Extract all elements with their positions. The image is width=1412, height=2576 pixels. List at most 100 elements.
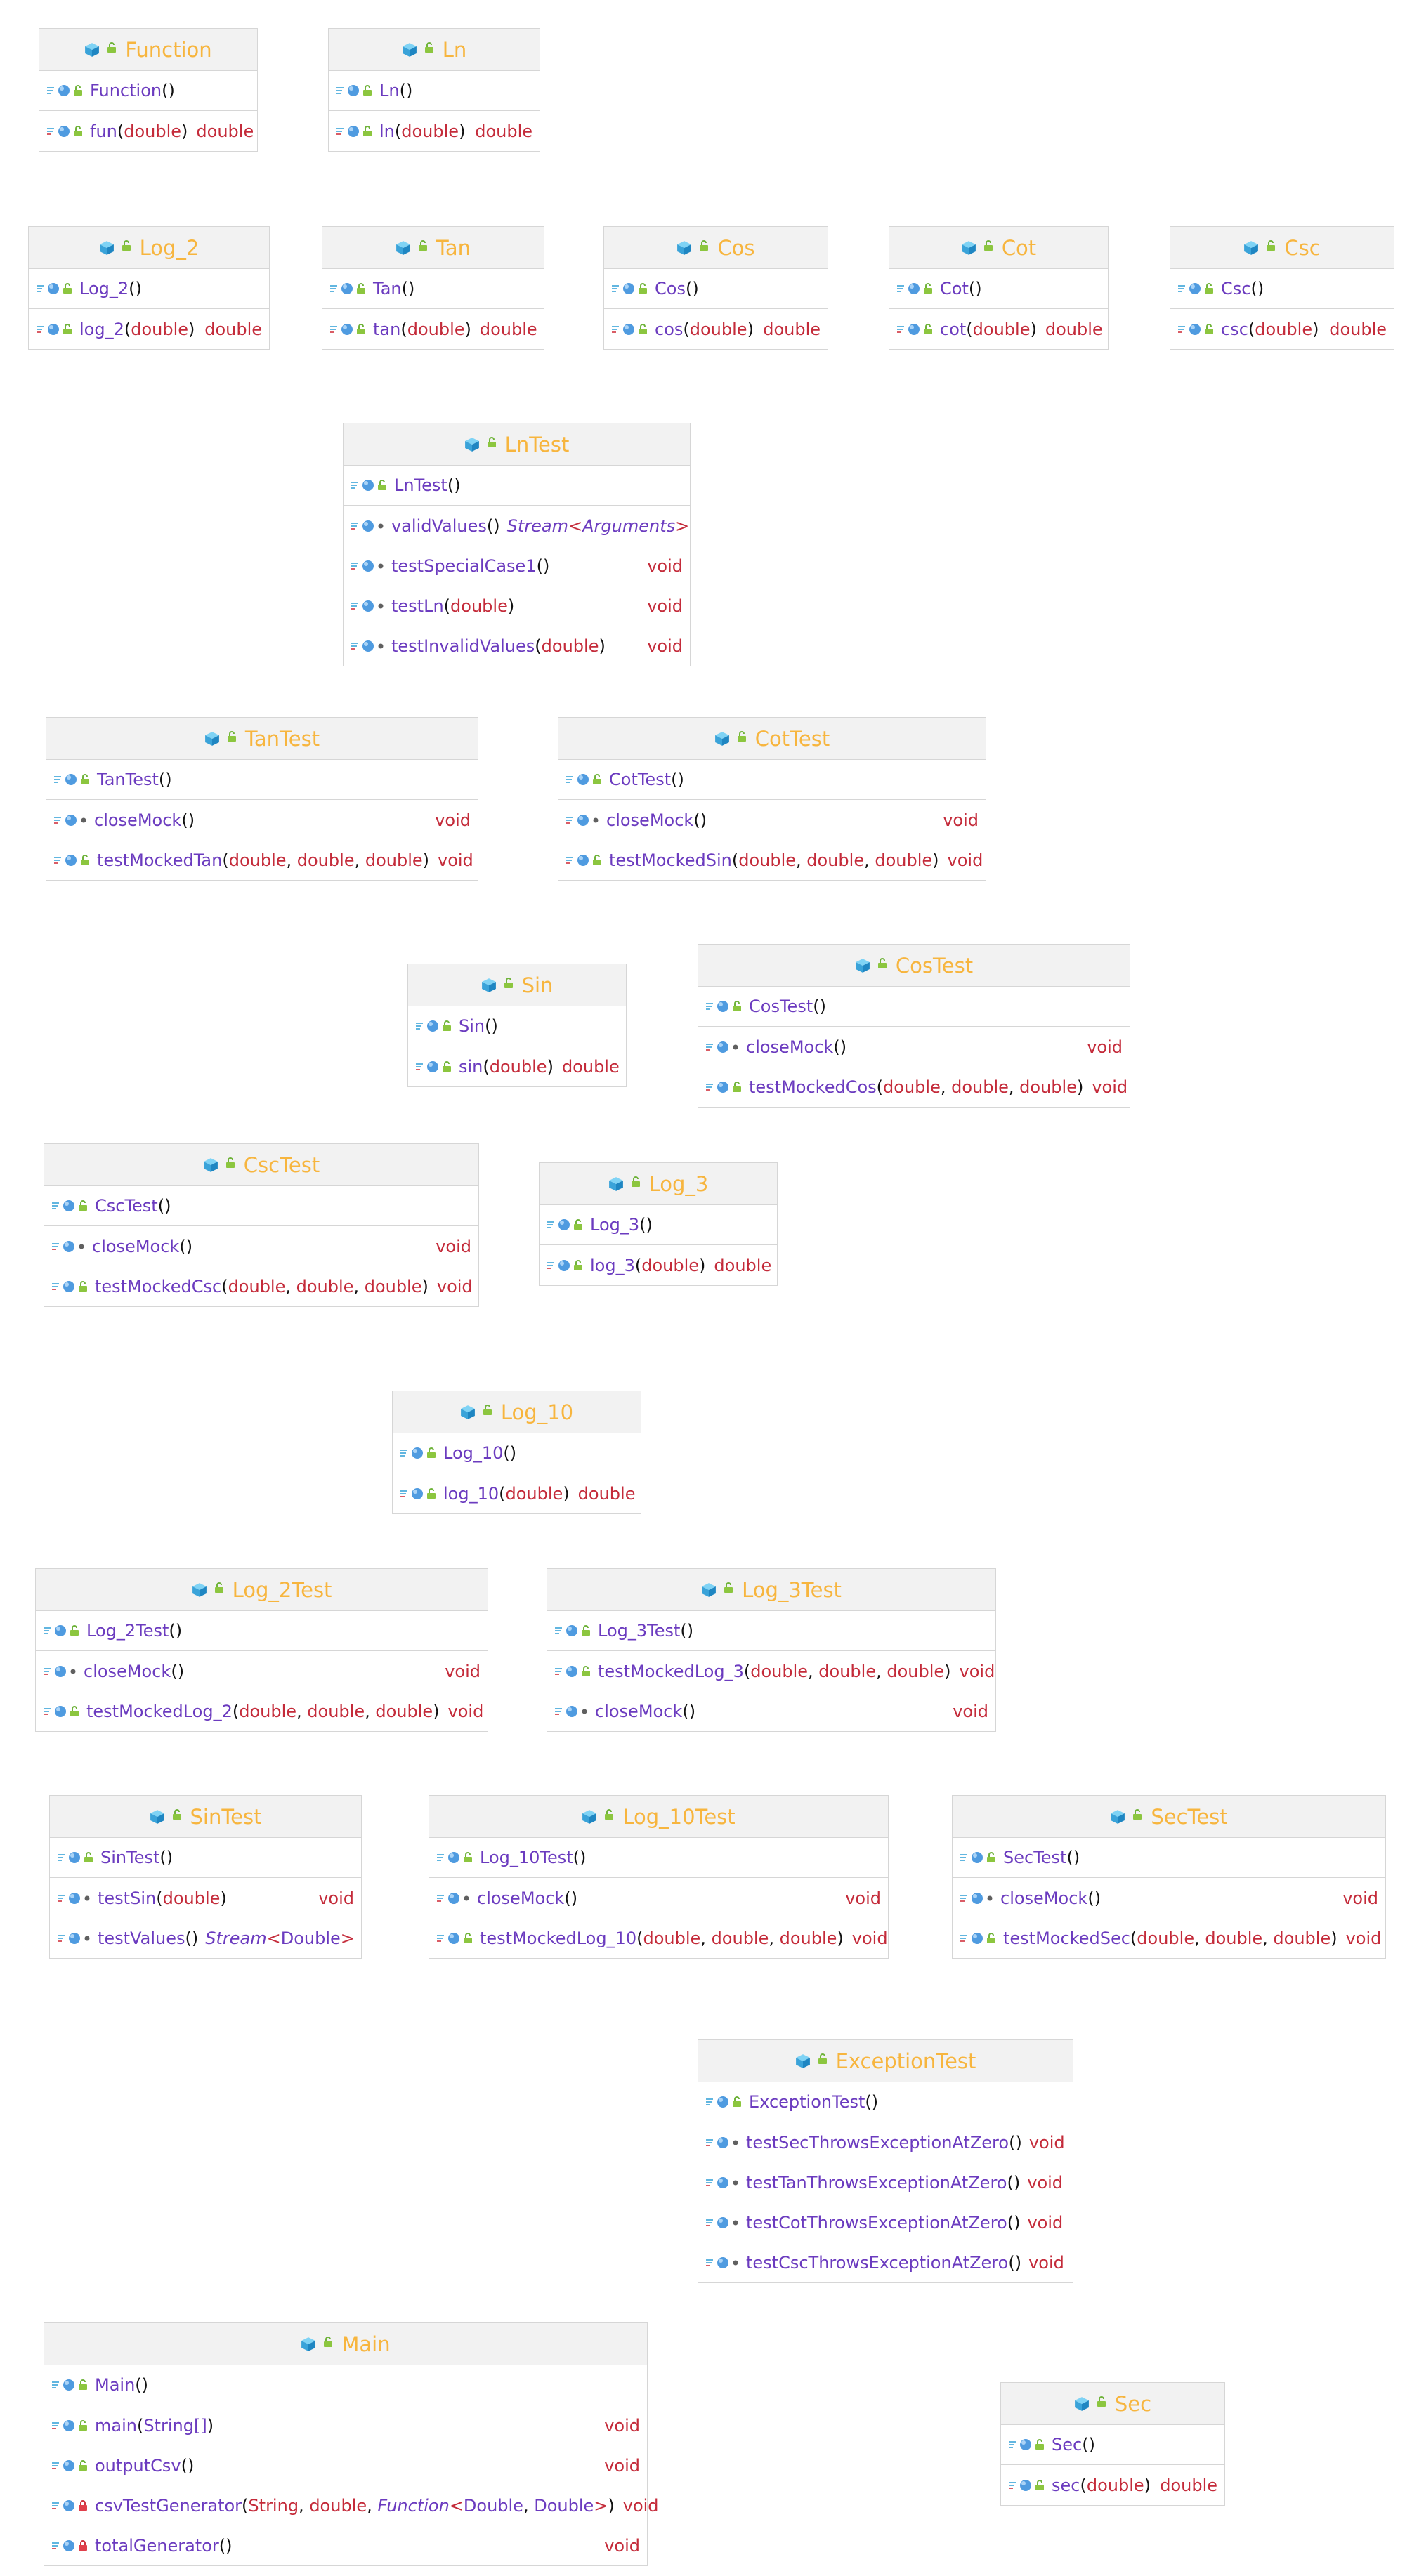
method-row[interactable]: testMockedSin (double, double, double) voi…: [558, 840, 986, 880]
constructor-row[interactable]: Sec(): [1001, 2425, 1224, 2465]
return-type: void: [604, 2415, 640, 2436]
member-icons: [566, 773, 602, 787]
constructor-row[interactable]: Sin(): [408, 1006, 626, 1046]
method-row[interactable]: csvTestGenerator (String, double, Functio…: [44, 2485, 659, 2525]
method-row[interactable]: testSin (double) void: [50, 1878, 361, 1918]
method-row[interactable]: sec (double) double: [1001, 2465, 1224, 2505]
constructor-row[interactable]: Cot(): [889, 269, 1108, 309]
class-box[interactable]: Log_2 Log_2() log_2 (double) double: [28, 226, 270, 350]
return-type: double: [1329, 319, 1387, 339]
constructor-row[interactable]: Log_10Test(): [429, 1838, 888, 1878]
method-row[interactable]: log_3 (double) double: [540, 1245, 777, 1285]
public-lock-icon: [442, 1020, 452, 1032]
constructor-row[interactable]: Ln(): [329, 71, 540, 111]
class-box[interactable]: Log_10Test Log_10Test() closeMock() void tes…: [429, 1795, 889, 1959]
method-row[interactable]: closeMock() void: [547, 1691, 995, 1731]
member-icons: [57, 1931, 91, 1945]
method-row[interactable]: csc (double) double: [1170, 309, 1394, 349]
method-row[interactable]: testInvalidValues (double) void: [344, 626, 690, 666]
constructor-row[interactable]: Log_3Test(): [547, 1611, 995, 1651]
member-icons: [51, 2539, 88, 2553]
method-icon: [716, 1040, 730, 1054]
method-icon: [716, 1080, 730, 1094]
method-row[interactable]: closeMock() void: [36, 1651, 488, 1691]
class-box[interactable]: CotTest CotTest() closeMock() void testMocke…: [558, 717, 986, 881]
class-box[interactable]: Cot Cot() cot (double) double: [889, 226, 1109, 350]
class-box[interactable]: Log_3 Log_3() log_3 (double) double: [539, 1162, 778, 1286]
method-row[interactable]: fun (double) double: [39, 111, 257, 151]
constructor-row[interactable]: SinTest(): [50, 1838, 361, 1878]
method-row[interactable]: testMockedSec (double, double, double) voi…: [953, 1918, 1385, 1958]
class-box[interactable]: Main Main() main (String[]) void outputCsv() v…: [44, 2322, 659, 2566]
class-box[interactable]: SecTest SecTest() closeMock() void testMocke…: [952, 1795, 1386, 1959]
class-box[interactable]: TanTest TanTest() closeMock() void testMocke…: [46, 717, 478, 881]
method-row[interactable]: sin (double) double: [408, 1046, 626, 1086]
class-box[interactable]: Log_3Test Log_3Test() testMockedLog_3 (doub…: [547, 1568, 996, 1732]
constructor-row[interactable]: CotTest(): [558, 760, 986, 800]
constructor-row[interactable]: Cos(): [604, 269, 828, 309]
class-box[interactable]: Sin Sin() sin (double) double: [407, 964, 627, 1087]
class-box[interactable]: LnTest LnTest() validValues() Stream<Argume…: [343, 423, 691, 666]
method-row[interactable]: testCotThrowsExceptionAtZero() void: [698, 2202, 1073, 2242]
method-row[interactable]: testMockedTan (double, double, double) voi…: [46, 840, 478, 880]
method-row[interactable]: testTanThrowsExceptionAtZero() void: [698, 2162, 1073, 2202]
constructor-row[interactable]: Csc(): [1170, 269, 1394, 309]
method-row[interactable]: closeMock() void: [44, 1226, 478, 1266]
class-box[interactable]: SinTest SinTest() testSin (double) void testV…: [49, 1795, 362, 1959]
constructor-row[interactable]: CscTest(): [44, 1186, 478, 1226]
method-row[interactable]: cot (double) double: [889, 309, 1108, 349]
method-row[interactable]: closeMock() void: [953, 1878, 1385, 1918]
constructor-row[interactable]: ExceptionTest(): [698, 2082, 1073, 2122]
class-box[interactable]: Log_2Test Log_2Test() closeMock() void testM…: [35, 1568, 488, 1732]
method-row[interactable]: main (String[]) void: [44, 2405, 647, 2445]
method-row[interactable]: log_10 (double) double: [393, 1473, 641, 1513]
method-row[interactable]: closeMock() void: [46, 800, 478, 840]
class-header: SecTest: [953, 1796, 1385, 1838]
constructor-row[interactable]: Log_10(): [393, 1433, 641, 1473]
constructor-row[interactable]: Log_3(): [540, 1205, 777, 1245]
method-row[interactable]: testMockedLog_3 (double, double, double) v…: [547, 1651, 995, 1691]
method-row[interactable]: testMockedLog_2 (double, double, double) v…: [36, 1691, 488, 1731]
method-row[interactable]: testMockedCos (double, double, double) voi…: [698, 1067, 1130, 1107]
method-row[interactable]: log_2 (double) double: [29, 309, 269, 349]
method-row[interactable]: closeMock() void: [698, 1027, 1130, 1067]
class-box[interactable]: ExceptionTest ExceptionTest() testSecThrow…: [698, 2039, 1073, 2283]
constructor-row[interactable]: Log_2Test(): [36, 1611, 488, 1651]
constructor-row[interactable]: SecTest(): [953, 1838, 1385, 1878]
class-box[interactable]: CosTest CosTest() closeMock() void testMocke…: [698, 944, 1130, 1108]
method-row[interactable]: testValues() Stream<Double>: [50, 1918, 361, 1958]
method-row[interactable]: tan (double) double: [322, 309, 544, 349]
method-row[interactable]: testSpecialCase1() void: [344, 546, 690, 586]
method-row[interactable]: cos (double) double: [604, 309, 828, 349]
constructor-row[interactable]: CosTest(): [698, 987, 1130, 1027]
method-row[interactable]: testMockedLog_10 (double, double, double)…: [429, 1918, 888, 1958]
method-marker-icon: [53, 815, 62, 825]
method-row[interactable]: testMockedCsc (double, double, double) voi…: [44, 1266, 478, 1306]
method-row[interactable]: totalGenerator() void: [44, 2525, 647, 2565]
class-box[interactable]: Tan Tan() tan (double) double: [322, 226, 544, 350]
constructor-row[interactable]: Main(): [44, 2365, 647, 2405]
class-box[interactable]: Log_10 Log_10() log_10 (double) double: [392, 1391, 641, 1514]
package-dot-icon: [78, 1243, 85, 1250]
method-row[interactable]: closeMock() void: [429, 1878, 888, 1918]
class-box[interactable]: Csc Csc() csc (double) double: [1170, 226, 1394, 350]
class-box[interactable]: Cos Cos() cos (double) double: [603, 226, 828, 350]
constructor-row[interactable]: Tan(): [322, 269, 544, 309]
method-row[interactable]: ln (double) double: [329, 111, 540, 151]
method-row[interactable]: validValues() Stream<Arguments>: [344, 506, 690, 546]
constructor-row[interactable]: LnTest(): [344, 466, 690, 506]
constructor-row[interactable]: Function(): [39, 71, 257, 111]
method-row[interactable]: testCscThrowsExceptionAtZero() void: [698, 2242, 1073, 2282]
method-row[interactable]: closeMock() void: [558, 800, 986, 840]
class-box[interactable]: Sec Sec() sec (double) double: [1000, 2382, 1225, 2506]
member-icons: [960, 1851, 996, 1865]
constructor-row[interactable]: Log_2(): [29, 269, 269, 309]
method-row[interactable]: testSecThrowsExceptionAtZero() void: [698, 2122, 1073, 2162]
method-row[interactable]: testLn (double) void: [344, 586, 690, 626]
return-type: void: [1028, 2252, 1064, 2273]
constructor-row[interactable]: TanTest(): [46, 760, 478, 800]
class-box[interactable]: Ln Ln() ln (double) double: [328, 28, 540, 152]
class-box[interactable]: Function Function() fun (double) double: [39, 28, 258, 152]
class-box[interactable]: CscTest CscTest() closeMock() void testMocke…: [44, 1143, 479, 1307]
method-row[interactable]: outputCsv() void: [44, 2445, 647, 2485]
